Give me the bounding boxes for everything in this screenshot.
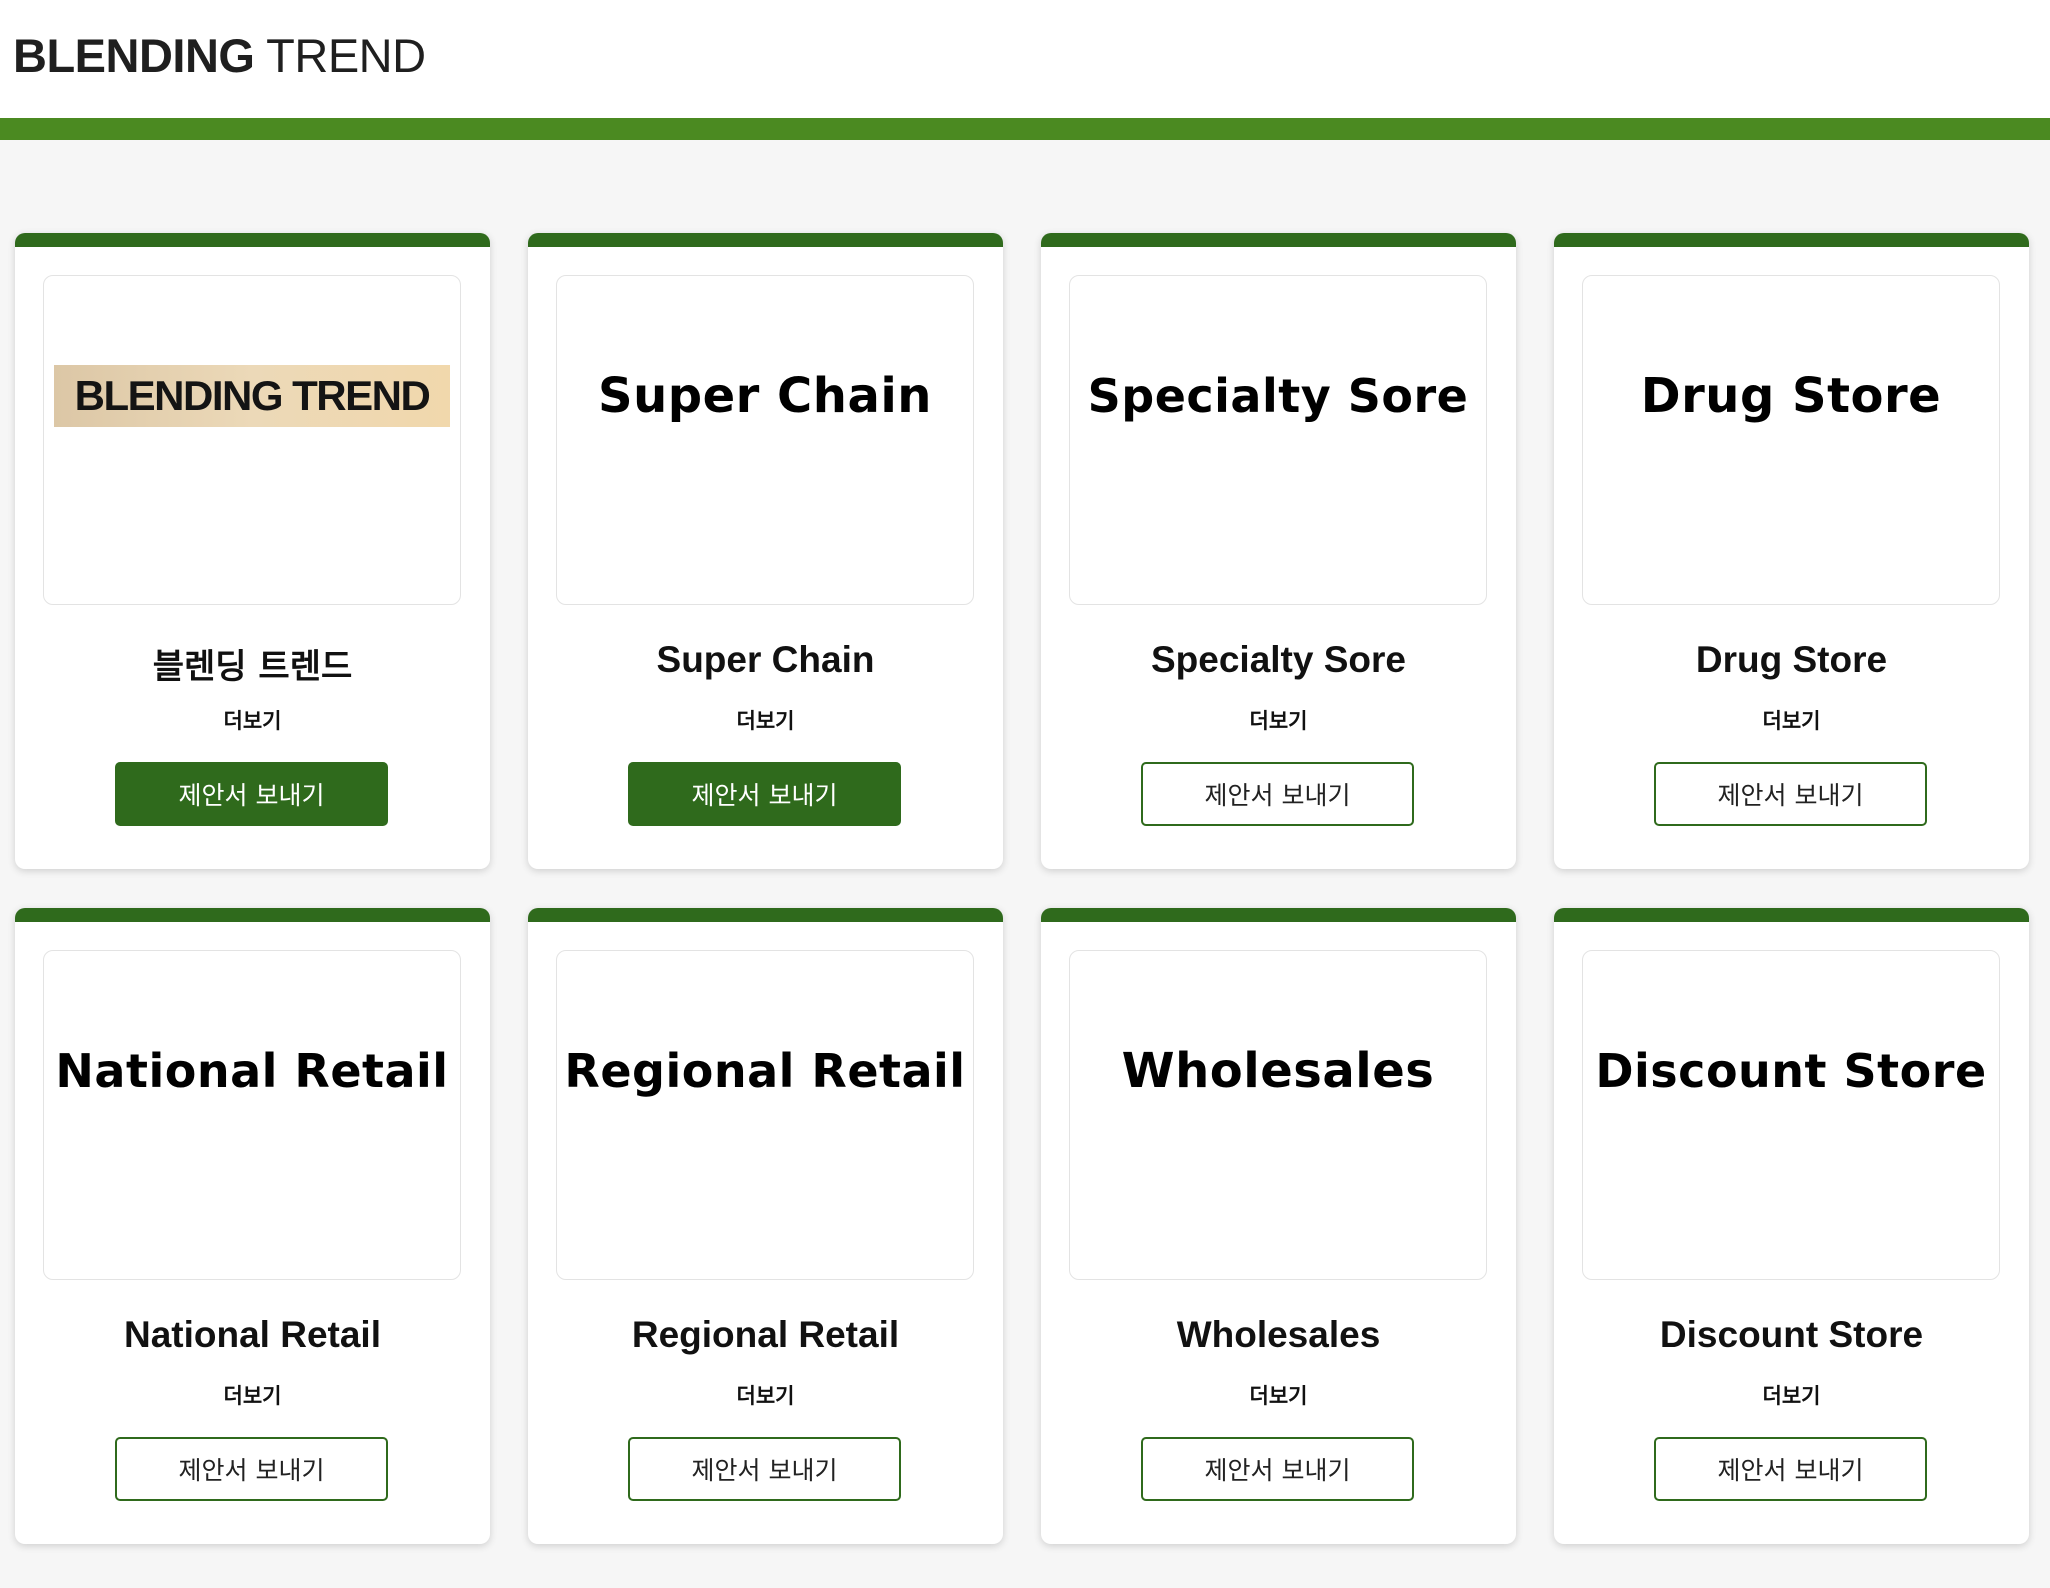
header-accent-bar: [0, 118, 2050, 140]
more-link[interactable]: 더보기: [1041, 705, 1516, 735]
more-link[interactable]: 더보기: [528, 705, 1003, 735]
card-title: 블렌딩 트렌드: [152, 647, 353, 687]
card-thumbnail[interactable]: National Retail: [43, 950, 461, 1280]
card-title: Wholesales: [1176, 1314, 1381, 1355]
send-proposal-button[interactable]: 제안서 보내기: [115, 762, 388, 826]
card-title: Discount Store: [1659, 1314, 1924, 1355]
send-proposal-button[interactable]: 제안서 보내기: [1654, 762, 1927, 826]
retailer-grid: BLENDING TREND 블렌딩 트렌드 더보기 제안서 보내기 Super…: [15, 233, 2035, 1544]
card-title: National Retail: [124, 1314, 381, 1355]
thumbnail-label: Wholesales: [1121, 1043, 1435, 1099]
card-title: Super Chain: [656, 639, 875, 680]
retailer-card: Super Chain Super Chain 더보기 제안서 보내기: [528, 233, 1003, 869]
retailer-card: Drug Store Drug Store 더보기 제안서 보내기: [1554, 233, 2029, 869]
send-proposal-button[interactable]: 제안서 보내기: [628, 762, 901, 826]
card-thumbnail[interactable]: Super Chain: [556, 275, 974, 605]
retailer-card: National Retail National Retail 더보기 제안서 …: [15, 908, 490, 1544]
send-proposal-button[interactable]: 제안서 보내기: [628, 1437, 901, 1501]
send-proposal-button[interactable]: 제안서 보내기: [1141, 1437, 1414, 1501]
brand-logo-image: BLENDING TREND: [54, 365, 450, 427]
site-logo[interactable]: BLENDING TREND: [13, 28, 426, 83]
thumbnail-label: Discount Store: [1595, 1044, 1987, 1098]
thumbnail-label: Specialty Sore: [1087, 369, 1469, 423]
card-thumbnail[interactable]: Specialty Sore: [1069, 275, 1487, 605]
card-thumbnail[interactable]: Drug Store: [1582, 275, 2000, 605]
card-thumbnail[interactable]: Regional Retail: [556, 950, 974, 1280]
retailer-card: BLENDING TREND 블렌딩 트렌드 더보기 제안서 보내기: [15, 233, 490, 869]
card-title: Regional Retail: [631, 1314, 900, 1355]
thumbnail-label: National Retail: [55, 1044, 449, 1098]
card-title: Specialty Sore: [1150, 639, 1406, 680]
more-link[interactable]: 더보기: [15, 705, 490, 735]
card-thumbnail[interactable]: Discount Store: [1582, 950, 2000, 1280]
send-proposal-button[interactable]: 제안서 보내기: [1141, 762, 1414, 826]
card-thumbnail[interactable]: Wholesales: [1069, 950, 1487, 1280]
retailer-card: Discount Store Discount Store 더보기 제안서 보내…: [1554, 908, 2029, 1544]
thumbnail-label: Regional Retail: [564, 1044, 966, 1098]
card-thumbnail[interactable]: BLENDING TREND: [43, 275, 461, 605]
more-link[interactable]: 더보기: [15, 1380, 490, 1410]
send-proposal-button[interactable]: 제안서 보내기: [1654, 1437, 1927, 1501]
more-link[interactable]: 더보기: [528, 1380, 1003, 1410]
send-proposal-button[interactable]: 제안서 보내기: [115, 1437, 388, 1501]
more-link[interactable]: 더보기: [1041, 1380, 1516, 1410]
site-header: BLENDING TREND: [0, 0, 2050, 118]
more-link[interactable]: 더보기: [1554, 705, 2029, 735]
logo-word-bold: BLENDING: [13, 29, 255, 82]
card-title: Drug Store: [1695, 639, 1888, 680]
more-link[interactable]: 더보기: [1554, 1380, 2029, 1410]
retailer-card: Regional Retail Regional Retail 더보기 제안서 …: [528, 908, 1003, 1544]
logo-word-thin: TREND: [266, 29, 426, 82]
thumbnail-label: Super Chain: [598, 368, 932, 424]
thumbnail-label: Drug Store: [1640, 368, 1942, 424]
retailer-card: Specialty Sore Specialty Sore 더보기 제안서 보내…: [1041, 233, 1516, 869]
retailer-card: Wholesales Wholesales 더보기 제안서 보내기: [1041, 908, 1516, 1544]
